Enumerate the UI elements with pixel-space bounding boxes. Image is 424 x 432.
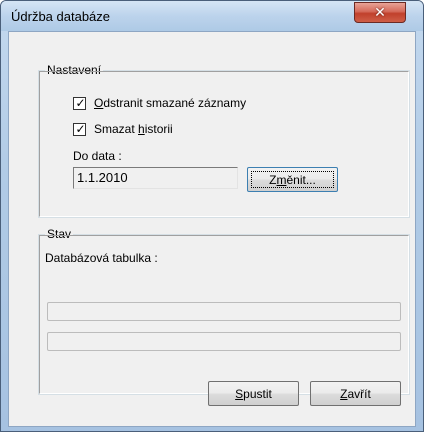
status-group: Stav Databázová tabulka : [38, 227, 410, 395]
settings-group: Nastavení ✓ Odstranit smazané záznamy ✓ … [38, 63, 410, 218]
progress-bar-table [47, 302, 401, 321]
window-title: Údržba databáze [11, 9, 111, 24]
close-button-label: Zavřít [340, 386, 371, 401]
date-field[interactable]: 1.1.2010 [73, 167, 238, 189]
database-table-label: Databázová tabulka : [45, 251, 158, 265]
close-window-button[interactable]: ✕ [354, 2, 406, 23]
close-button[interactable]: Zavřít [310, 381, 401, 406]
delete-history-checkbox[interactable]: ✓ [73, 122, 86, 136]
date-label: Do data : [73, 149, 122, 163]
delete-records-checkbox[interactable]: ✓ [73, 96, 86, 110]
title-bar[interactable]: Údržba databáze ✕ [1, 1, 423, 31]
change-date-button[interactable]: Změnit... [247, 167, 338, 192]
close-icon: ✕ [374, 4, 386, 21]
checkmark-icon: ✓ [75, 96, 86, 110]
focus-ring [251, 171, 334, 188]
delete-history-label[interactable]: Smazat historii [94, 122, 173, 136]
dialog-client-area: Nastavení ✓ Odstranit smazané záznamy ✓ … [8, 31, 416, 427]
status-group-legend: Stav [45, 227, 74, 241]
checkmark-icon: ✓ [75, 122, 86, 136]
dialog-window: Údržba databáze ✕ Nastavení ✓ Odstranit … [0, 0, 424, 432]
progress-bar-total [47, 332, 401, 351]
run-button-label: Spustit [235, 386, 272, 401]
settings-group-legend: Nastavení [45, 63, 104, 77]
run-button[interactable]: Spustit [208, 381, 299, 406]
delete-records-label[interactable]: Odstranit smazané záznamy [94, 96, 246, 110]
